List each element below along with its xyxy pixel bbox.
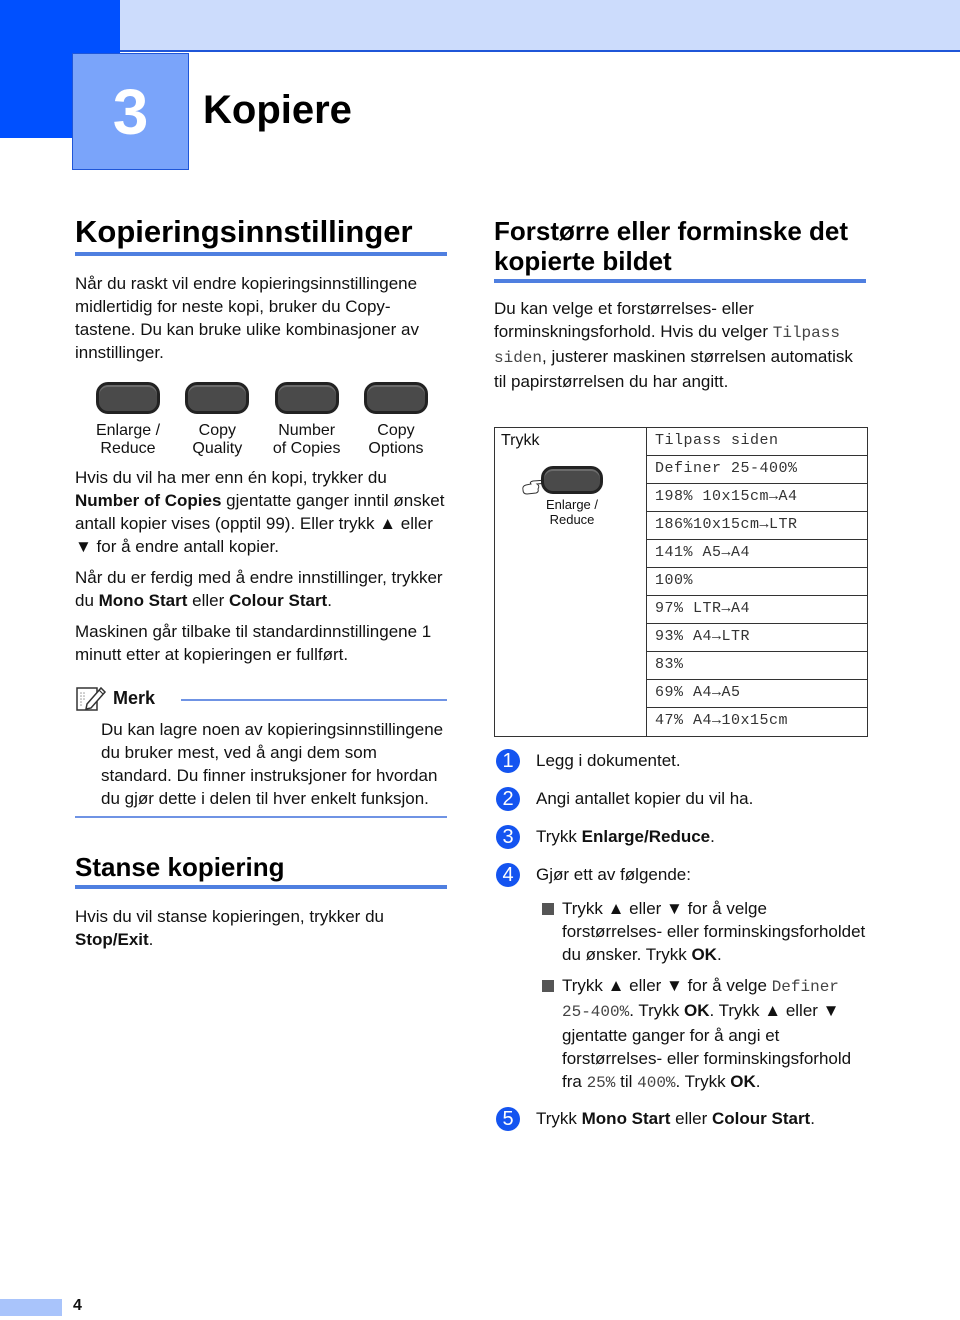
bullet-item: Trykk ▲ eller ▼ for å velge Definer 25-4… — [542, 974, 866, 1095]
note-body: Du kan lagre noen av kopieringsinnstilli… — [101, 720, 444, 808]
table-options: Tilpass siden Definer 25-400% 198% 10x15… — [647, 428, 867, 736]
enlarge-reduce-key-small: Enlarge / Reduce — [537, 466, 607, 527]
step-number: 5 — [496, 1107, 520, 1131]
enlarge-intro-paragraph: Du kan velge et forstørrelses- eller for… — [494, 299, 853, 391]
section-heading-copy-settings: Kopieringsinnstillinger — [75, 216, 447, 256]
key-label: Enlarge / — [545, 497, 599, 512]
note-pencil-icon — [76, 686, 107, 711]
table-row: 198% 10x15cm→A4 — [647, 484, 867, 512]
key-button-graphic — [274, 382, 339, 414]
key-label: Options — [368, 440, 424, 457]
key-label: of Copies — [272, 440, 341, 457]
step-1: 1 Legg i dokumentet. — [494, 749, 866, 773]
left-column: Kopieringsinnstillinger Når du raskt vil… — [75, 216, 447, 951]
number-of-copies-paragraph: Hvis du vil ha mer enn én kopi, trykker … — [75, 468, 445, 556]
key-label: Quality — [192, 440, 243, 457]
table-row: 69% A4→A5 — [647, 680, 867, 708]
key-label: Enlarge / — [95, 422, 161, 439]
chapter-number-box: 3 — [72, 53, 189, 170]
step-3: 3 Trykk Enlarge/Reduce. — [494, 825, 866, 849]
right-column: Forstørre eller forminske det kopierte b… — [494, 216, 868, 1145]
table-row: 47% A4→10x15cm — [655, 712, 789, 729]
table-row: 186%10x15cm→LTR — [647, 512, 867, 540]
enlarge-reduce-key: Enlarge / Reduce — [87, 382, 169, 458]
page-number: 4 — [73, 1297, 82, 1314]
note-title: Merk — [113, 687, 156, 708]
table-row: Definer 25-400% — [647, 456, 867, 484]
key-label: Number — [278, 422, 336, 439]
header-banner-light — [120, 0, 960, 52]
note-end-rule — [75, 816, 447, 818]
table-row: Tilpass siden — [647, 428, 867, 456]
bullet-square-icon — [542, 903, 554, 915]
key-button-graphic — [541, 466, 603, 494]
key-button-graphic — [185, 382, 250, 414]
key-label: Copy — [377, 422, 415, 439]
steps-list: 1 Legg i dokumentet. 2 Angi antallet kop… — [494, 749, 866, 1131]
stop-paragraph: Hvis du vil stanse kopieringen, trykker … — [75, 907, 384, 949]
table-row: 93% A4→LTR — [647, 624, 867, 652]
chapter-title: Kopiere — [203, 88, 352, 132]
copy-quality-key: Copy Quality — [176, 382, 258, 458]
table-row: 100% — [647, 568, 867, 596]
note-header: Merk — [75, 684, 447, 712]
step-number: 1 — [496, 749, 520, 773]
step-5: 5 Trykk Mono Start eller Colour Start. — [494, 1107, 866, 1131]
number-of-copies-key: Number of Copies — [266, 382, 348, 458]
start-paragraph: Når du er ferdig med å endre innstilling… — [75, 568, 443, 610]
bullet-square-icon — [542, 980, 554, 992]
key-label: Copy — [198, 422, 236, 439]
copy-options-key: Copy Options — [355, 382, 437, 458]
key-button-graphic — [96, 382, 160, 414]
step-4: 4 Gjør ett av følgende: — [494, 863, 866, 887]
table-row: 97% LTR→A4 — [647, 596, 867, 624]
section-heading-stop-copying: Stanse kopiering — [75, 852, 447, 889]
table-press-cell: Trykk Enlarge / Reduce — [495, 428, 647, 736]
press-label: Trykk — [501, 432, 540, 449]
step-number: 2 — [496, 787, 520, 811]
note-rule — [181, 699, 447, 701]
page-number-bar — [0, 1299, 62, 1316]
section-heading-enlarge-reduce: Forstørre eller forminske det kopierte b… — [494, 216, 866, 283]
bullet-item: Trykk ▲ eller ▼ for å velge forstørrelse… — [542, 897, 866, 966]
step-number: 4 — [496, 863, 520, 887]
step-number: 3 — [496, 825, 520, 849]
key-button-graphic — [363, 382, 428, 414]
step-2: 2 Angi antallet kopier du vil ha. — [494, 787, 866, 811]
step-4-options: Trykk ▲ eller ▼ for å velge forstørrelse… — [542, 897, 866, 1095]
chapter-number: 3 — [112, 75, 149, 148]
table-row: 141% A5→A4 — [647, 540, 867, 568]
enlarge-reduce-table: Trykk Enlarge / Reduce Tilpass siden Defi… — [494, 427, 868, 737]
timeout-paragraph: Maskinen går tilbake til standardinnstil… — [75, 622, 432, 664]
copy-keys-panel: Enlarge / Reduce Copy Quality Number of Cop… — [75, 382, 447, 458]
intro-paragraph: Når du raskt vil endre kopieringsinnstil… — [75, 274, 419, 362]
key-label: Reduce — [549, 512, 595, 527]
table-row: 83% — [647, 652, 867, 680]
key-label: Reduce — [100, 440, 156, 457]
